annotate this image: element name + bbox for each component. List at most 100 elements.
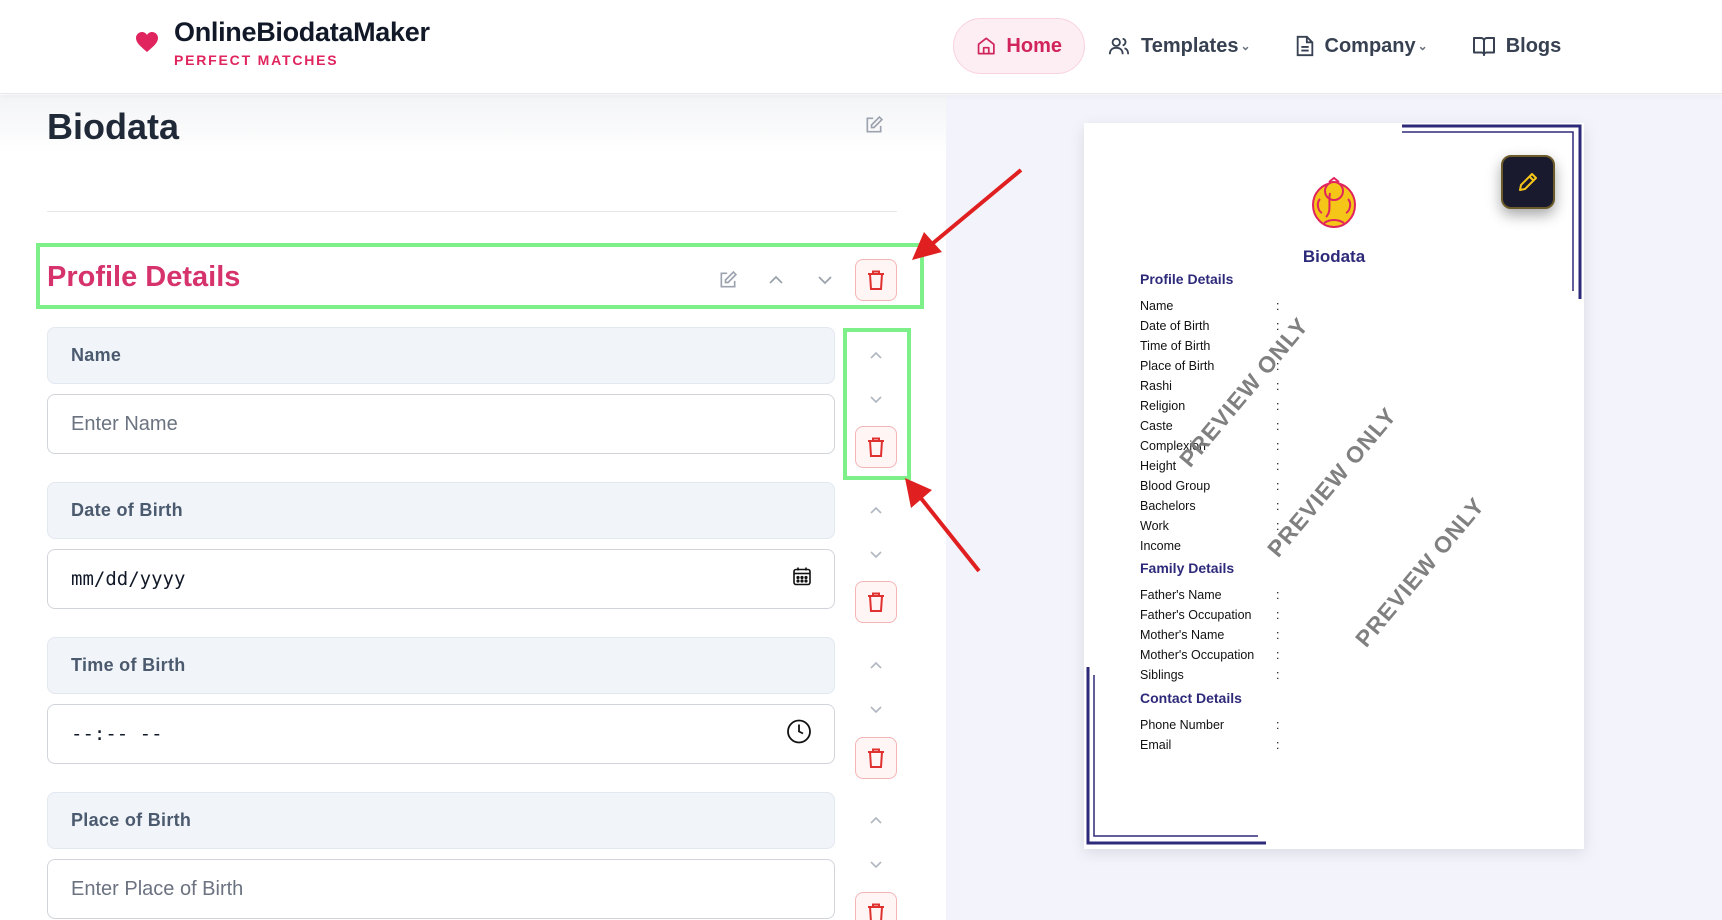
chevron-down-icon: ⌄ [1417, 39, 1428, 53]
preview-row: Phone Number: [1140, 718, 1286, 732]
edit-title-icon[interactable] [864, 115, 884, 140]
move-field-down-icon[interactable] [861, 697, 891, 721]
preview-row-colon: : [1276, 648, 1280, 662]
preview-row-label: Work [1140, 519, 1169, 533]
field-controls-highlight-box [843, 328, 911, 480]
nav-blogs-label: Blogs [1505, 34, 1562, 57]
biodata-preview-page: Biodata Profile Details Name: Date of Bi… [1084, 123, 1584, 849]
delete-field-button[interactable] [855, 737, 897, 779]
preview-row: Father's Name: [1140, 588, 1286, 602]
users-icon [1108, 37, 1130, 55]
trash-icon [868, 592, 884, 612]
page-title: Biodata [47, 106, 180, 147]
move-section-up-icon[interactable] [761, 265, 791, 295]
preview-row-colon: : [1276, 499, 1280, 513]
preview-row-label: Siblings [1140, 668, 1184, 682]
preview-row-colon: : [1276, 479, 1280, 493]
delete-section-button[interactable] [855, 259, 897, 301]
field-label-place-of-birth[interactable]: Place of Birth [47, 792, 835, 849]
preview-row-label: Father's Occupation [1140, 608, 1252, 622]
brand-logo[interactable]: OnlineBiodataMaker PERFECT MATCHES [132, 16, 430, 68]
document-icon [1296, 35, 1313, 57]
preview-row-label: Time of Birth [1140, 339, 1211, 353]
preview-row-colon: : [1276, 588, 1280, 602]
preview-section-title: Contact Details [1140, 690, 1242, 706]
preview-row-colon: : [1276, 738, 1280, 752]
preview-row-colon: : [1276, 668, 1280, 682]
time-of-birth-input[interactable]: --:-- -- [47, 704, 835, 764]
calendar-icon[interactable] [792, 567, 812, 592]
preview-title: Biodata [1302, 247, 1366, 266]
preview-row: Siblings: [1140, 668, 1286, 682]
preview-row-label: Father's Name [1140, 588, 1222, 602]
preview-row: Mother's Occupation: [1140, 648, 1286, 662]
preview-row-label: Income [1140, 539, 1181, 553]
edit-template-button[interactable] [1501, 155, 1555, 209]
preview-row-colon: : [1276, 439, 1280, 453]
preview-row: Bachelors: [1140, 499, 1286, 513]
preview-row: Date of Birth: [1140, 319, 1286, 333]
nav-blogs[interactable]: Blogs [1450, 18, 1584, 74]
divider [47, 211, 897, 212]
preview-row-label: Religion [1140, 399, 1186, 413]
preview-row-label: Mother's Occupation [1140, 648, 1255, 662]
move-field-down-icon[interactable] [861, 542, 891, 566]
preview-row-label: Email [1140, 738, 1172, 752]
trash-icon [868, 903, 884, 920]
brand-subtitle: PERFECT MATCHES [174, 52, 339, 68]
preview-row: Father's Occupation: [1140, 608, 1286, 622]
section-title: Profile Details [47, 261, 241, 293]
edit-section-icon[interactable] [713, 265, 743, 295]
biodata-editor: Biodata Profile Details Name Enter Name [0, 95, 946, 920]
brand-text: OnlineBiodataMaker PERFECT MATCHES [174, 16, 430, 68]
preview-row-colon: : [1276, 399, 1280, 413]
preview-row: Work: [1140, 519, 1286, 533]
name-input[interactable]: Enter Name [47, 394, 835, 454]
preview-row-colon: : [1276, 718, 1280, 732]
date-of-birth-input[interactable]: mm/dd/yyyy [47, 549, 835, 609]
clock-icon[interactable] [786, 719, 812, 750]
trash-icon [868, 270, 884, 290]
move-field-up-icon[interactable] [861, 653, 891, 677]
field-label-date-of-birth[interactable]: Date of Birth [47, 482, 835, 539]
app-root: OnlineBiodataMaker PERFECT MATCHES Home … [0, 0, 1722, 920]
move-field-up-icon[interactable] [861, 498, 891, 522]
nav-home-label: Home [1006, 34, 1062, 57]
preview-row-label: Name [1140, 299, 1174, 313]
pencil-icon [1519, 173, 1537, 191]
brand-title: OnlineBiodataMaker [174, 17, 430, 47]
ganesha-icon [1312, 177, 1356, 228]
preview-row-label: Phone Number [1140, 718, 1225, 732]
trash-icon [868, 748, 884, 768]
move-field-up-icon[interactable] [861, 808, 891, 832]
preview-row: Height: [1140, 459, 1286, 473]
preview-row-colon: : [1276, 299, 1280, 313]
time-placeholder: --:-- -- [71, 723, 163, 745]
nav-company[interactable]: Company ⌄ [1273, 18, 1450, 74]
biodata-preview-panel: Biodata Profile Details Name: Date of Bi… [946, 95, 1722, 920]
preview-row: Name: [1140, 299, 1286, 313]
site-header: OnlineBiodataMaker PERFECT MATCHES Home … [0, 0, 1722, 94]
place-of-birth-input[interactable]: Enter Place of Birth [47, 859, 835, 919]
preview-row-label: Date of Birth [1140, 319, 1210, 333]
preview-row-label: Bachelors [1140, 499, 1196, 513]
nav-company-label: Company [1324, 34, 1416, 57]
preview-row-colon: : [1276, 419, 1280, 433]
field-label-name[interactable]: Name [47, 327, 835, 384]
delete-field-button[interactable] [855, 581, 897, 623]
preview-row-colon: : [1276, 628, 1280, 642]
field-label-time-of-birth[interactable]: Time of Birth [47, 637, 835, 694]
move-section-down-icon[interactable] [810, 265, 840, 295]
main-nav: Home Templates ⌄ Company ⌄ Blogs [953, 18, 1583, 74]
delete-field-button[interactable] [855, 892, 897, 920]
nav-templates-label: Templates [1141, 34, 1239, 57]
home-icon [977, 37, 995, 55]
chevron-down-icon: ⌄ [1240, 39, 1251, 53]
move-field-down-icon[interactable] [861, 852, 891, 876]
date-placeholder: mm/dd/yyyy [71, 568, 186, 590]
nav-home[interactable]: Home [953, 18, 1085, 74]
heart-icon [132, 27, 162, 57]
preview-row-colon: : [1276, 379, 1280, 393]
preview-row-colon: : [1276, 459, 1280, 473]
nav-templates[interactable]: Templates ⌄ [1085, 18, 1273, 74]
